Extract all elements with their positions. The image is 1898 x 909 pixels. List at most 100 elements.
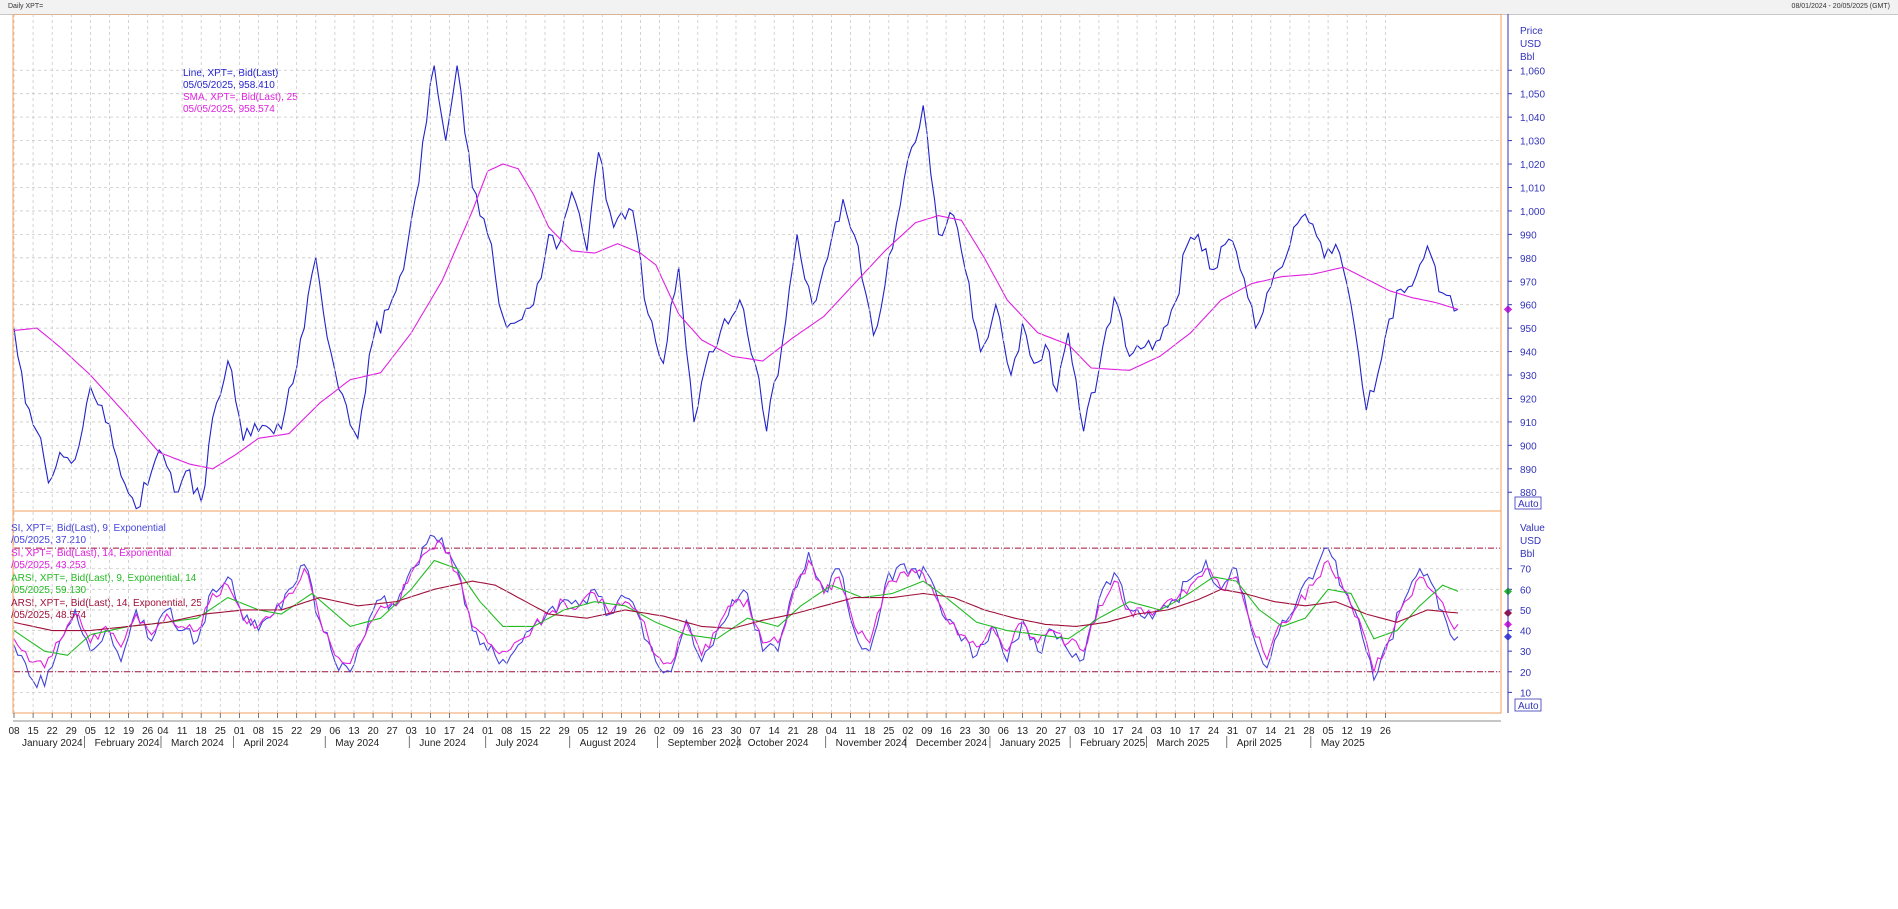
x-tick-label: 02 (654, 726, 666, 737)
price-ytick-label: 990 (1520, 230, 1537, 241)
legend-entry: SI, XPT=, Bid(Last), 9, Exponential (11, 523, 166, 534)
x-tick-label: 16 (941, 726, 953, 737)
month-label: September 2024 (668, 738, 742, 749)
x-tick-label: 31 (1227, 726, 1239, 737)
x-tick-label: 29 (310, 726, 322, 737)
rsi-frame (12, 510, 1502, 714)
x-tick-label: 25 (883, 726, 895, 737)
date-range-label: 08/01/2024 - 20/05/2025 (GMT) (1791, 3, 1890, 10)
x-tick-label: 26 (1380, 726, 1392, 737)
rsi-axis-header: USD (1520, 536, 1541, 547)
price-ytick-label: 890 (1520, 465, 1537, 476)
x-tick-label: 22 (47, 726, 59, 737)
rsi-ytick-label: 70 (1520, 565, 1532, 576)
price-ytick-label: 920 (1520, 394, 1537, 405)
x-tick-label: 26 (142, 726, 154, 737)
price-ytick-label: 1,040 (1520, 113, 1545, 124)
x-tick-label: 04 (826, 726, 838, 737)
rsi-ytick-label: 40 (1520, 627, 1532, 638)
chart-area[interactable]: PriceUSDBbl88089090091092093094095096097… (0, 14, 1898, 909)
month-label: January 2024 (22, 738, 83, 749)
x-tick-label: 15 (520, 726, 532, 737)
x-tick-label: 20 (368, 726, 380, 737)
x-tick-label: 08 (253, 726, 265, 737)
month-label: July 2024 (496, 738, 539, 749)
x-tick-label: 09 (921, 726, 933, 737)
month-label: October 2024 (748, 738, 809, 749)
month-label: May 2024 (335, 738, 379, 749)
x-tick-label: 11 (177, 726, 188, 737)
legend-value: /05/2025, 48.574 (11, 610, 87, 621)
x-tick-label: 05 (578, 726, 590, 737)
legend-entry: ARSI, XPT=, Bid(Last), 14, Exponential, … (11, 598, 202, 609)
x-tick-label: 12 (1342, 726, 1354, 737)
month-label: May 2025 (1321, 738, 1365, 749)
price-ytick-label: 930 (1520, 371, 1537, 382)
rsi-axis-header: Bbl (1520, 549, 1534, 560)
x-tick-label: 13 (348, 726, 360, 737)
x-tick-label: 27 (1055, 726, 1067, 737)
price-ytick-label: 900 (1520, 441, 1537, 452)
price-axis-header: Bbl (1520, 52, 1534, 63)
price-panel[interactable]: PriceUSDBbl88089090091092093094095096097… (12, 14, 1545, 512)
x-tick-label: 15 (272, 726, 284, 737)
rsi-axis-header: Value (1520, 523, 1545, 534)
x-tick-label: 28 (1303, 726, 1315, 737)
x-tick-label: 12 (597, 726, 609, 737)
window-title: Daily XPT= (8, 3, 44, 10)
x-tick-label: 17 (1112, 726, 1124, 737)
rsi-panel[interactable]: Value USD Bbl 10 20 30 40 50 60 70 Auto SI, XPT=, B… (11, 510, 1545, 714)
x-tick-label: 03 (1074, 726, 1086, 737)
rsi-ytick-label: 20 (1520, 668, 1532, 679)
x-tick-label: 22 (539, 726, 551, 737)
x-tick-label: 29 (66, 726, 78, 737)
x-tick-label: 10 (425, 726, 437, 737)
legend-entry: Line, XPT=, Bid(Last) (183, 68, 278, 79)
price-ytick-label: 1,050 (1520, 90, 1545, 101)
legend-value: 05/05/2025, 958.574 (183, 104, 275, 115)
x-tick-label: 23 (711, 726, 723, 737)
x-tick-label: 14 (769, 726, 781, 737)
month-label: March 2025 (1157, 738, 1210, 749)
series-line-marsi14 (13, 580, 1459, 632)
x-tick-label: 12 (104, 726, 116, 737)
rsi-ytick-label: 60 (1520, 585, 1532, 596)
x-tick-label: 02 (902, 726, 914, 737)
x-tick-label: 10 (1170, 726, 1182, 737)
month-label: December 2024 (916, 738, 988, 749)
x-tick-label: 15 (28, 726, 40, 737)
x-tick-label: 01 (482, 726, 494, 737)
price-ytick-label: 970 (1520, 277, 1537, 288)
month-label: April 2025 (1237, 738, 1282, 749)
rsi-ytick-label: 10 (1520, 688, 1532, 699)
x-tick-label: 27 (387, 726, 399, 737)
legend-value: /05/2025, 43.253 (11, 560, 87, 571)
x-tick-label: 13 (1017, 726, 1029, 737)
x-tick-label: 23 (960, 726, 972, 737)
x-tick-label: 22 (291, 726, 303, 737)
x-tick-label: 25 (215, 726, 227, 737)
price-ytick-label: 1,030 (1520, 137, 1545, 148)
price-auto-label: Auto (1518, 499, 1539, 510)
month-label: August 2024 (580, 738, 637, 749)
price-ytick-label: 960 (1520, 301, 1537, 312)
x-tick-label: 06 (329, 726, 341, 737)
price-axis-header: USD (1520, 39, 1541, 50)
x-tick-label: 19 (1361, 726, 1373, 737)
x-tick-label: 04 (157, 726, 169, 737)
x-tick-label: 19 (616, 726, 628, 737)
price-axis-header: Price (1520, 26, 1543, 37)
x-tick-label: 30 (979, 726, 991, 737)
x-tick-label: 26 (635, 726, 647, 737)
x-tick-label: 06 (998, 726, 1010, 737)
month-label: January 2025 (1000, 738, 1061, 749)
price-ytick-label: 950 (1520, 324, 1537, 335)
legend-entry: SMA, XPT=, Bid(Last), 25 (183, 92, 298, 103)
x-tick-label: 01 (234, 726, 246, 737)
price-ytick-label: 1,020 (1520, 160, 1545, 171)
x-tick-label: 10 (1093, 726, 1105, 737)
x-tick-label: 05 (1323, 726, 1335, 737)
x-tick-label: 30 (730, 726, 742, 737)
x-tick-label: 08 (8, 726, 20, 737)
x-tick-label: 29 (559, 726, 571, 737)
